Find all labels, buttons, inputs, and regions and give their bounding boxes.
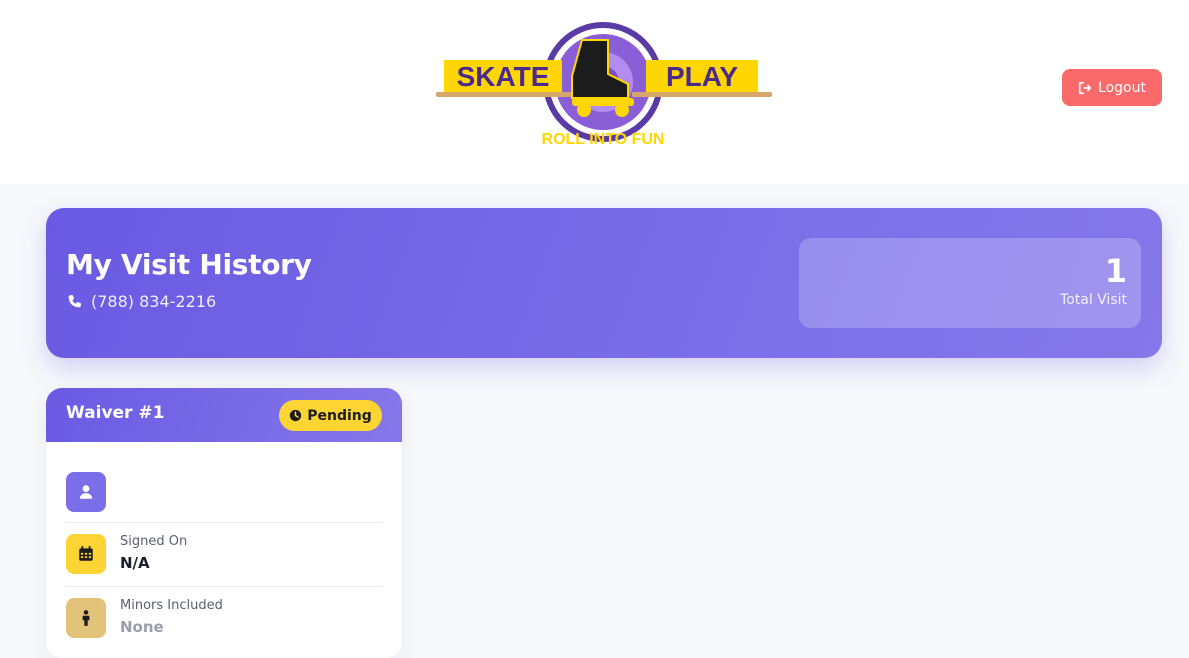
page-title: My Visit History	[66, 248, 312, 281]
waiver-title: Waiver #1	[66, 403, 165, 423]
logo-brand-right: PLAY	[666, 61, 738, 92]
phone-text: (788) 834-2216	[91, 292, 217, 311]
minors-included-value: None	[120, 618, 164, 636]
status-badge: Pending	[279, 400, 382, 431]
logout-button[interactable]: Logout	[1062, 69, 1162, 106]
clock-icon	[290, 409, 302, 422]
calendar-icon	[66, 534, 106, 574]
waiver-card-header: Waiver #1 Pending	[46, 388, 402, 442]
logo-tagline: ROLL INTO FUN	[542, 131, 665, 148]
status-label: Pending	[307, 407, 372, 424]
divider	[66, 586, 382, 587]
total-visits-label: Total Visit	[1060, 292, 1127, 308]
skate-play-logo[interactable]: SKATE PLAY ROLL INTO FUN	[432, 14, 774, 160]
logout-label: Logout	[1098, 79, 1146, 96]
divider	[66, 522, 382, 523]
user-icon	[66, 472, 106, 512]
total-visits-count: 1	[1104, 252, 1127, 290]
phone-number: (788) 834-2216	[66, 292, 216, 311]
phone-icon	[68, 294, 82, 307]
waiver-card[interactable]: Waiver #1 Pending Signed On N/A Minors I…	[46, 388, 402, 658]
child-icon	[66, 598, 106, 638]
signed-on-value: N/A	[120, 554, 150, 572]
logo-brand-left: SKATE	[457, 61, 550, 92]
total-visits-card: 1 Total Visit	[799, 238, 1141, 328]
top-bar: SKATE PLAY ROLL INTO FUN Logout	[0, 0, 1189, 184]
minors-included-label: Minors Included	[120, 598, 223, 613]
logout-icon	[1078, 81, 1092, 94]
visit-history-banner: My Visit History (788) 834-2216 1 Total …	[46, 208, 1162, 358]
signed-on-label: Signed On	[120, 534, 188, 549]
